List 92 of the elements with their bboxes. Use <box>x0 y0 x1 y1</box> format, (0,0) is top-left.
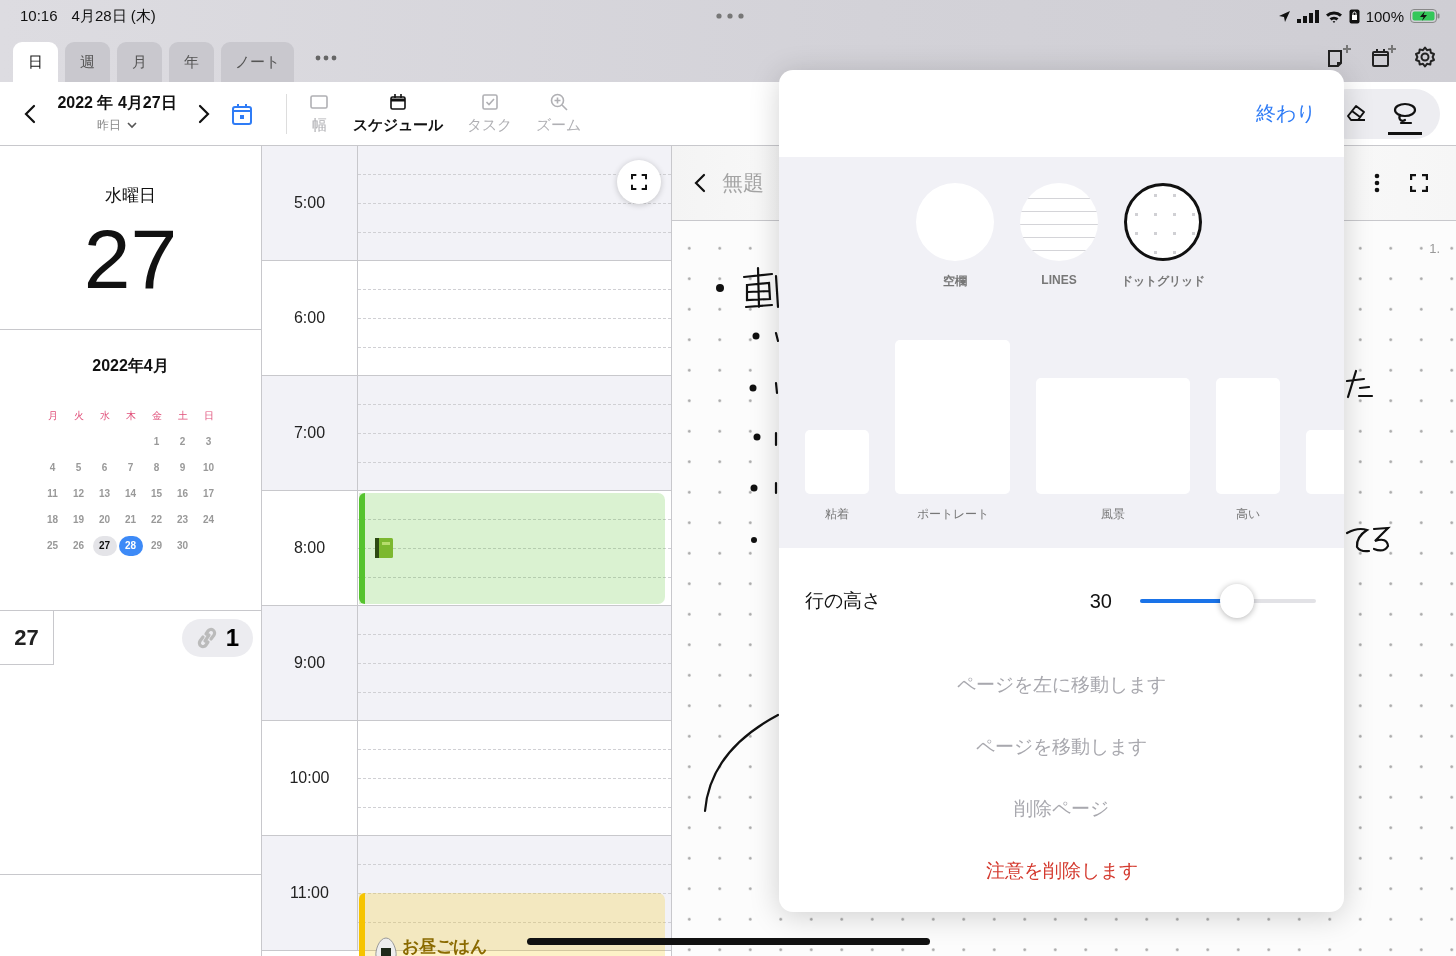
view-tab[interactable]: 月 <box>117 42 162 82</box>
calendar-day[interactable]: 6 <box>92 458 117 478</box>
view-tool-button[interactable]: タスク <box>463 92 516 135</box>
calendar-day[interactable]: 24 <box>196 510 221 530</box>
calendar-day[interactable]: 20 <box>92 510 117 530</box>
delete-note-button[interactable]: 注意を削除します <box>981 840 1142 902</box>
add-calendar-icon[interactable] <box>1370 44 1396 70</box>
note-title[interactable]: 無題 <box>722 169 764 197</box>
location-icon <box>1277 9 1291 23</box>
calendar-day[interactable]: 12 <box>66 484 91 504</box>
calendar-icon[interactable] <box>388 92 408 112</box>
hour-label: 7:00 <box>262 376 358 490</box>
calendar-event[interactable]: お昼ごはん <box>359 893 665 956</box>
battery-percent: 100% <box>1365 7 1404 25</box>
link-count-button[interactable]: 1 <box>181 619 253 657</box>
settings-icon[interactable] <box>1414 46 1436 68</box>
chevron-down-icon[interactable] <box>127 122 137 129</box>
weekday-label: 木 <box>125 409 136 423</box>
weekday-label: 火 <box>73 409 84 423</box>
calendar-day[interactable]: 5 <box>66 458 91 478</box>
view-tool-button[interactable]: スケジュール <box>349 92 447 135</box>
calendar-day[interactable]: 10 <box>196 458 221 478</box>
status-date: 4月28日 (木) <box>71 6 156 26</box>
event-title: お昼ごはん <box>402 937 487 956</box>
line-height-slider[interactable] <box>1140 584 1316 618</box>
calendar-day[interactable]: 11 <box>40 484 65 504</box>
calendar-day[interactable]: 8 <box>144 458 169 478</box>
calendar-day[interactable]: 1 <box>144 432 169 452</box>
month-title: 2022年4月 <box>92 356 169 376</box>
calendar-day[interactable]: 17 <box>196 484 221 504</box>
calendar-day[interactable]: 25 <box>40 536 65 556</box>
hour-label: 11:00 <box>262 836 358 950</box>
next-day-button[interactable] <box>198 103 210 124</box>
weekday-label: 土 <box>177 409 188 423</box>
calendar-day[interactable]: 15 <box>144 484 169 504</box>
view-tool-button[interactable]: ズーム <box>532 92 585 135</box>
more-icon[interactable] <box>1374 173 1380 193</box>
done-button[interactable]: 終わり <box>1256 100 1316 127</box>
calendar-day[interactable]: 21 <box>118 510 143 530</box>
multitasking-icon[interactable] <box>716 13 744 19</box>
calendar-day[interactable]: 18 <box>40 510 65 530</box>
calendar-day[interactable]: 30 <box>170 536 195 556</box>
calendar-day[interactable]: 14 <box>118 484 143 504</box>
orientation-lock-icon <box>1348 8 1360 24</box>
weekday-title: 水曜日 <box>105 185 156 207</box>
back-button[interactable] <box>694 173 706 193</box>
battery-icon <box>1410 9 1440 23</box>
view-tab[interactable]: 年 <box>169 42 214 82</box>
calendar-day[interactable]: 16 <box>170 484 195 504</box>
weekday-label: 水 <box>99 409 110 423</box>
page-number: 1. <box>1429 241 1440 256</box>
add-note-icon[interactable] <box>1326 44 1352 70</box>
calendar-day[interactable]: 27 <box>92 536 117 556</box>
wifi-icon <box>1324 9 1343 23</box>
calendar-day[interactable]: 23 <box>170 510 195 530</box>
weekday-label: 日 <box>203 409 214 423</box>
hour-label: 10:00 <box>262 721 358 835</box>
hour-label: 5:00 <box>262 146 358 260</box>
current-date[interactable]: 2022 年 4月27日 <box>57 93 177 114</box>
previous-day-button[interactable] <box>24 103 36 124</box>
calendar-day[interactable]: 2 <box>170 432 195 452</box>
calendar-day[interactable]: 26 <box>66 536 91 556</box>
fullscreen-icon[interactable] <box>1410 174 1428 192</box>
hour-label: 6:00 <box>262 261 358 375</box>
calendar-day[interactable]: 29 <box>144 536 169 556</box>
day-number: 27 <box>0 611 54 665</box>
calendar-day[interactable]: 9 <box>170 458 195 478</box>
checkbox-icon[interactable] <box>479 92 500 112</box>
line-height-value: 30 <box>1089 589 1112 613</box>
fullscreen-icon[interactable] <box>631 174 647 190</box>
day-number: 27 <box>83 217 178 301</box>
signal-icon <box>1296 9 1319 23</box>
book-icon <box>374 537 394 559</box>
lasso-icon[interactable] <box>1392 100 1418 125</box>
clock-time: 10:16 <box>20 6 58 26</box>
calendar-day[interactable]: 7 <box>118 458 143 478</box>
relative-day[interactable]: 昨日 <box>97 117 137 134</box>
calendar-day[interactable]: 13 <box>92 484 117 504</box>
hour-label: 9:00 <box>262 606 358 720</box>
weekday-label: 月 <box>47 409 58 423</box>
calendar-day[interactable]: 28 <box>118 536 143 556</box>
view-tab[interactable]: 日 <box>13 42 58 82</box>
view-tool-button[interactable]: 幅 <box>305 92 333 135</box>
calendar-day[interactable]: 3 <box>196 432 221 452</box>
weekday-label: 金 <box>151 409 162 423</box>
hour-label: 8:00 <box>262 491 358 605</box>
view-tab[interactable]: 週 <box>65 42 110 82</box>
calendar-day[interactable]: 19 <box>66 510 91 530</box>
calendar-day[interactable]: 4 <box>40 458 65 478</box>
calendar-day[interactable]: 22 <box>144 510 169 530</box>
line-height-label: 行の高さ <box>805 589 881 613</box>
view-tab[interactable]: ノート <box>221 42 294 82</box>
